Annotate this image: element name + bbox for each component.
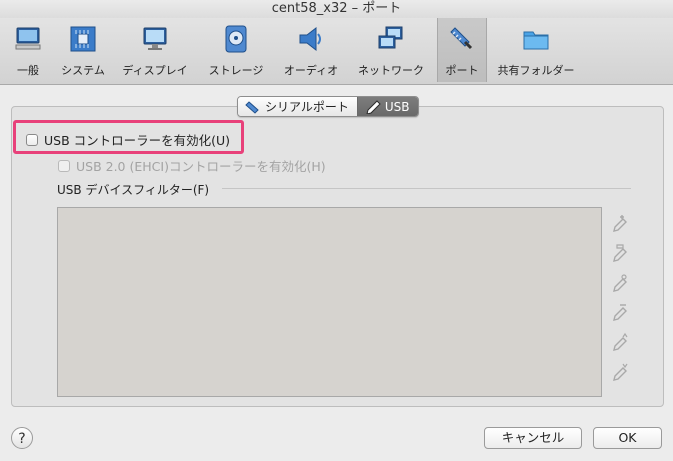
toolbar-item-network[interactable]: ネットワーク [353,22,429,80]
toolbar-item-display[interactable]: ディスプレイ [120,22,190,80]
add-from-device-icon [613,244,627,262]
toolbar-item-shared-folders[interactable]: 共有フォルダー [495,22,577,80]
remove-filter-icon [613,304,627,321]
add-filter-button[interactable] [609,211,631,233]
usb-filters-label: USB デバイスフィルター(F) [57,183,210,197]
add-from-device-button[interactable] [609,241,631,263]
toolbar-item-audio[interactable]: オーディオ [280,22,342,80]
add-filter-icon [613,215,627,232]
enable-usb-controller-row[interactable]: USB コントローラーを有効化(U) [26,130,230,149]
toolbar-item-storage[interactable]: ストレージ [203,22,269,80]
move-down-button[interactable] [609,360,631,382]
enable-ehci-label: USB 2.0 (EHCI)コントローラーを有効化(H) [76,159,326,174]
chip-icon [70,26,96,52]
cancel-button[interactable]: キャンセル [484,427,582,449]
help-button[interactable]: ? [11,427,33,449]
edit-filter-button[interactable] [609,271,631,293]
toolbar-item-system[interactable]: システム [58,22,108,80]
toolbar-item-general[interactable]: 一般 [8,22,48,80]
ok-button[interactable]: OK [593,427,662,449]
group-divider [222,188,631,189]
move-down-icon [613,363,628,381]
move-up-button[interactable] [609,330,631,352]
tab-usb[interactable]: USB [356,97,418,116]
ports-tab-bar: シリアルポート USB [237,96,419,117]
speaker-icon [299,26,321,52]
folder-icon [523,31,549,50]
network-icon [378,26,403,49]
toolbar-item-ports[interactable]: ポート [437,18,487,82]
settings-toolbar: 一般 システム ディスプレイ ストレージ オーディオ ネットワーク ポート 共有… [0,18,673,85]
tab-serial-ports[interactable]: シリアルポート [238,97,357,116]
enable-ehci-row: USB 2.0 (EHCI)コントローラーを有効化(H) [58,156,326,175]
edit-filter-icon [613,274,627,292]
usb-filter-list[interactable] [57,207,602,397]
usb-pen-icon [366,99,381,114]
enable-usb-controller-label: USB コントローラーを有効化(U) [44,133,231,148]
serial-port-icon [245,100,259,114]
remove-filter-button[interactable] [609,300,631,322]
display-icon [143,27,167,50]
enable-usb-controller-checkbox[interactable] [26,133,38,146]
move-up-icon [613,332,628,351]
disk-icon [225,25,247,53]
monitor-general-icon [15,27,41,50]
port-plug-icon [450,27,473,50]
enable-ehci-checkbox [58,159,70,172]
